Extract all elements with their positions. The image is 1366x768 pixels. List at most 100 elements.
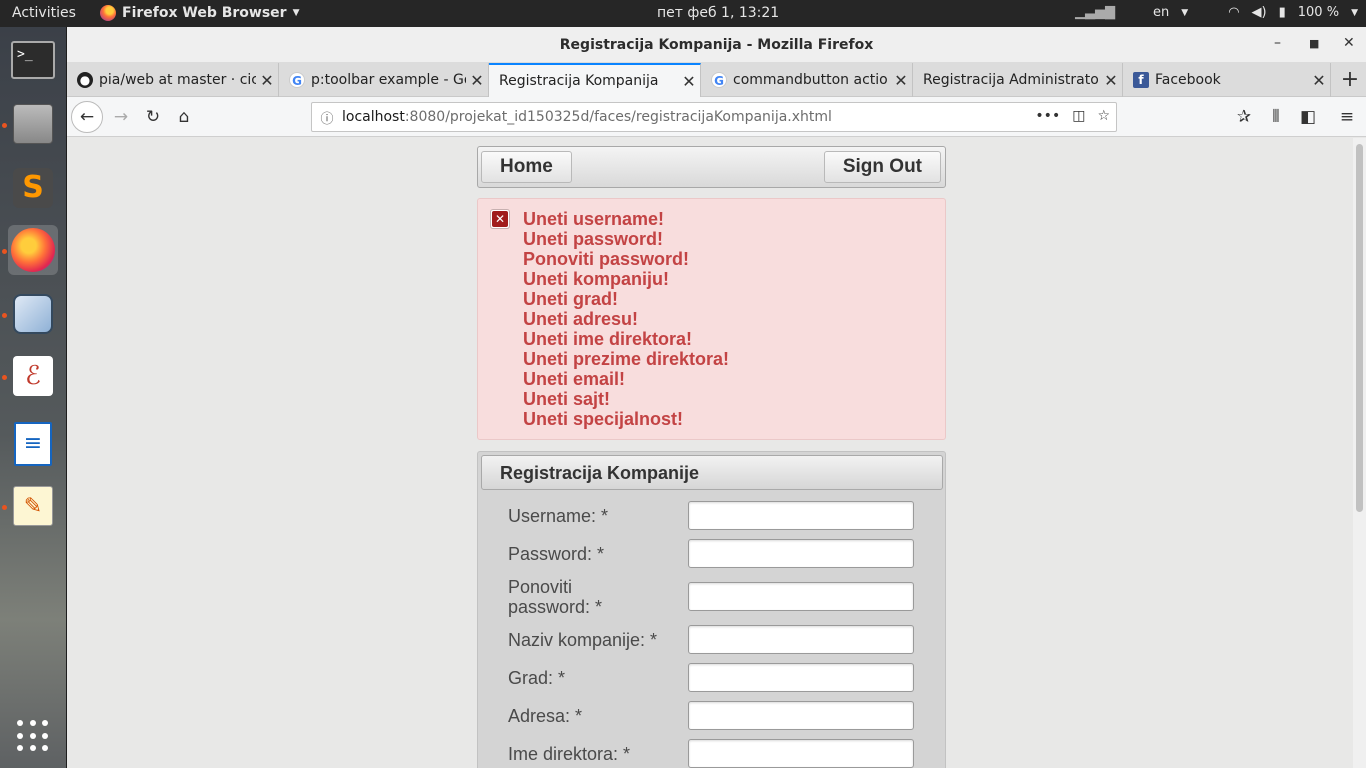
error-message: Uneti grad! xyxy=(523,289,619,309)
window-titlebar[interactable]: Registracija Kompanija - Mozilla Firefox… xyxy=(67,27,1366,63)
error-message: Uneti kompaniju! xyxy=(523,269,670,289)
new-tab-button[interactable]: + xyxy=(1338,67,1362,92)
close-icon[interactable]: ✕ xyxy=(256,71,278,90)
error-message: Uneti specijalnost! xyxy=(523,409,684,429)
address-label: Adresa: * xyxy=(508,706,583,726)
maximize-icon[interactable]: ■ xyxy=(1309,37,1319,50)
close-icon[interactable]: ✕ xyxy=(678,72,700,91)
clock[interactable]: пет феб 1, 13:21 xyxy=(657,5,779,21)
forward-button[interactable]: → xyxy=(105,101,137,133)
sign-out-button[interactable]: Sign Out xyxy=(823,151,941,183)
library-button[interactable]: ⫴ xyxy=(1260,101,1292,133)
error-messages: ✕ Uneti username! Uneti password! Ponovi… xyxy=(477,198,946,440)
running-indicator xyxy=(2,375,7,380)
google-icon: G xyxy=(289,72,305,88)
scrollbar-thumb[interactable] xyxy=(1356,144,1363,512)
reader-star-button[interactable]: ✰ xyxy=(1228,101,1260,133)
close-icon[interactable]: ✕ xyxy=(1308,71,1330,90)
password-label: Password: * xyxy=(508,544,605,564)
repeat-password-field[interactable] xyxy=(688,582,914,611)
tab-registracija-kompanija[interactable]: Registracija Kompanija ✕ xyxy=(489,63,701,97)
arrow-left-icon: ← xyxy=(79,107,95,127)
tab-github[interactable]: ● pia/web at master · cic ✕ xyxy=(67,63,279,97)
password-field[interactable] xyxy=(688,539,914,568)
arrow-right-icon: → xyxy=(113,107,129,127)
dock-firefox[interactable] xyxy=(8,225,58,275)
city-label: Grad: * xyxy=(508,668,566,688)
back-button[interactable]: ← xyxy=(71,101,103,133)
running-indicator xyxy=(2,505,7,510)
company-name-label: Naziv kompanije: * xyxy=(508,630,658,650)
tab-facebook[interactable]: f Facebook ✕ xyxy=(1123,63,1331,97)
close-icon[interactable]: ✕ xyxy=(1343,35,1355,51)
dock: >_ S ℰ ≡ ✎ xyxy=(0,27,67,768)
system-tray[interactable]: ▁▃▅▇ en ▼ ◠ ◀) ▮ 100 % ▼ xyxy=(1075,5,1358,20)
language-indicator[interactable]: en xyxy=(1153,5,1169,20)
show-applications-button[interactable] xyxy=(8,711,58,761)
tab-commandbutton[interactable]: G commandbutton actio ✕ xyxy=(701,63,913,97)
github-icon: ● xyxy=(77,72,93,88)
sublime-text-icon: S xyxy=(13,168,53,208)
sidebar-button[interactable]: ◧ xyxy=(1292,101,1324,133)
dock-terminal[interactable]: >_ xyxy=(8,35,58,85)
dock-pdf-viewer[interactable]: ℰ xyxy=(8,351,58,401)
activities-button[interactable]: Activities xyxy=(12,5,76,21)
url-bar[interactable]: ⓘ localhost :8080/projekat_id150325d/fac… xyxy=(311,102,1117,132)
error-message: Uneti username! xyxy=(523,209,665,229)
dock-sublime[interactable]: S xyxy=(8,163,58,213)
bookmark-star-icon[interactable]: ☆ xyxy=(1097,108,1110,124)
dock-text-editor[interactable]: ✎ xyxy=(8,481,58,531)
running-indicator xyxy=(2,249,7,254)
dock-writer[interactable]: ≡ xyxy=(8,419,58,469)
pocket-icon[interactable]: ◫ xyxy=(1072,108,1085,124)
close-icon[interactable]: ✕ xyxy=(466,71,488,90)
star-list-icon: ✰ xyxy=(1236,107,1252,127)
page-actions-icon[interactable]: ••• xyxy=(1035,108,1060,124)
firefox-icon xyxy=(100,5,116,21)
dock-virtualbox[interactable] xyxy=(8,289,58,339)
tab-registracija-administratora[interactable]: Registracija Administrato ✕ xyxy=(913,63,1123,97)
tab-toolbar-example[interactable]: G p:toolbar example - Go ✕ xyxy=(279,63,489,97)
app-menu-label: Firefox Web Browser xyxy=(122,5,287,21)
close-icon[interactable]: ✕ xyxy=(890,71,912,90)
chevron-down-icon: ▼ xyxy=(1181,7,1189,18)
city-field[interactable] xyxy=(688,663,914,692)
running-indicator xyxy=(2,123,7,128)
battery-level: 100 % xyxy=(1297,5,1340,20)
minimize-icon[interactable]: – xyxy=(1274,35,1281,51)
url-path: :8080/projekat_id150325d/faces/registrac… xyxy=(404,109,832,125)
error-message: Uneti prezime direktora! xyxy=(523,349,730,369)
battery-icon: ▮ xyxy=(1278,5,1286,20)
chevron-down-icon: ▼ xyxy=(1351,7,1358,18)
address-field[interactable] xyxy=(688,701,914,730)
username-field[interactable] xyxy=(688,501,914,530)
menu-button[interactable]: ≡ xyxy=(1331,101,1363,133)
tab-title: Facebook xyxy=(1155,72,1221,88)
tab-title: commandbutton actio xyxy=(733,72,888,88)
error-message: Uneti adresu! xyxy=(523,309,639,329)
library-icon: ⫴ xyxy=(1272,107,1280,127)
username-label: Username: * xyxy=(508,506,609,526)
tab-title: pia/web at master · cic xyxy=(99,72,256,88)
home-button[interactable]: ⌂ xyxy=(168,101,200,133)
home-menu-button[interactable]: Home xyxy=(481,151,572,183)
firefox-icon xyxy=(11,228,55,272)
dock-files[interactable] xyxy=(8,99,58,149)
google-icon: G xyxy=(711,72,727,88)
tab-title: Registracija Administrato xyxy=(923,72,1099,88)
tab-bar: ● pia/web at master · cic ✕ G p:toolbar … xyxy=(67,63,1366,97)
director-name-field[interactable] xyxy=(688,739,914,768)
sidebar-icon: ◧ xyxy=(1299,107,1317,127)
reload-button[interactable]: ↻ xyxy=(137,101,169,133)
wifi-icon: ◠ xyxy=(1228,5,1240,20)
app-menu[interactable]: Firefox Web Browser ▼ xyxy=(100,5,300,21)
tab-title: p:toolbar example - Go xyxy=(311,72,466,88)
error-message: Uneti email! xyxy=(523,369,626,389)
info-icon[interactable]: ⓘ xyxy=(312,108,342,127)
url-host: localhost xyxy=(342,109,405,125)
notepad-icon: ✎ xyxy=(13,486,53,526)
firefox-window: Registracija Kompanija - Mozilla Firefox… xyxy=(67,27,1366,768)
company-name-field[interactable] xyxy=(688,625,914,654)
close-icon[interactable]: ✕ xyxy=(1100,71,1122,90)
vertical-scrollbar[interactable] xyxy=(1353,138,1366,768)
